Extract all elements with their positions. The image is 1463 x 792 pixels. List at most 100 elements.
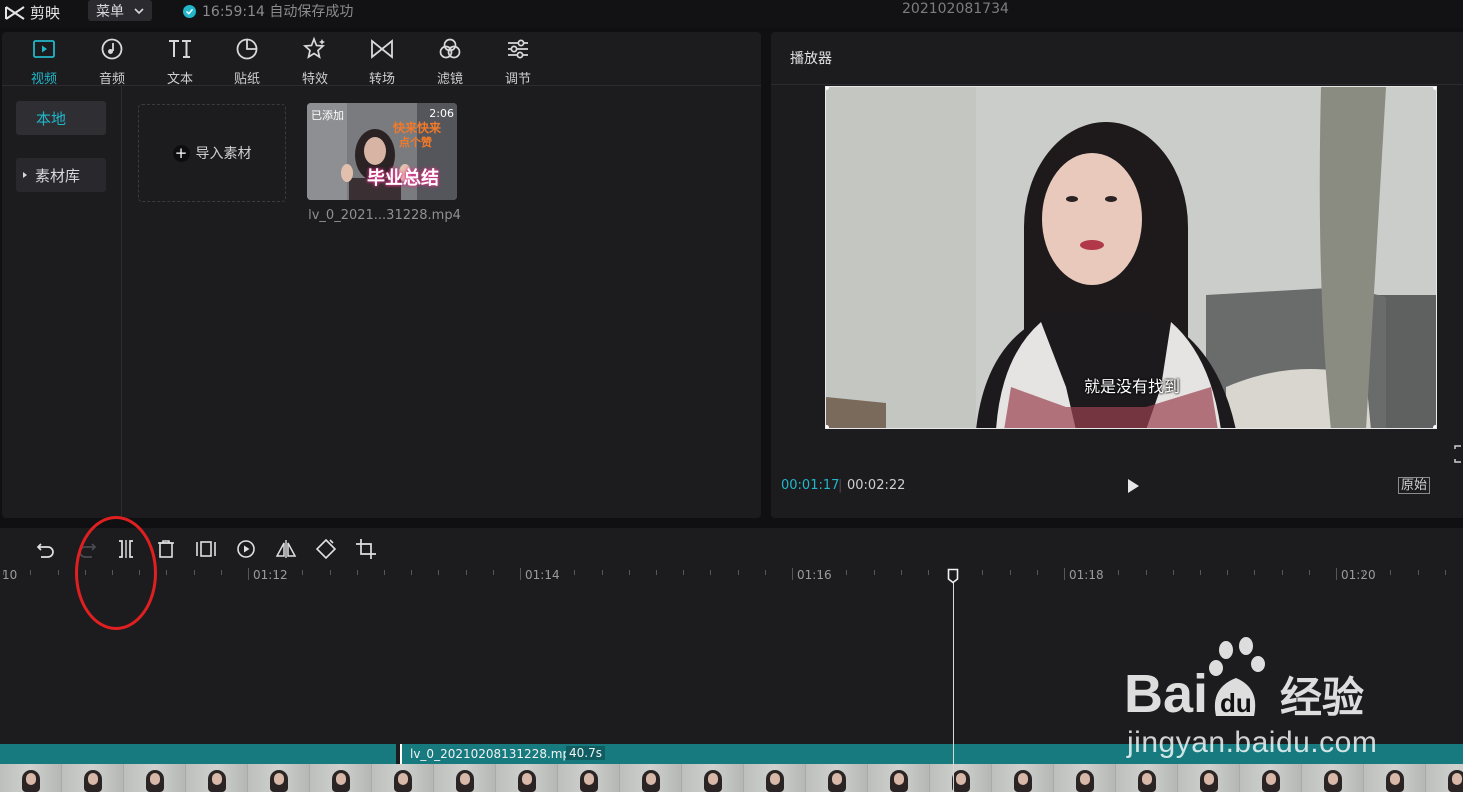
tab-audio[interactable]: 音频 bbox=[82, 36, 142, 87]
rotate-button[interactable] bbox=[315, 538, 337, 560]
text-icon bbox=[169, 40, 191, 58]
clip-frame-thumbnail bbox=[248, 764, 310, 792]
fullscreen-icon[interactable] bbox=[1453, 445, 1463, 463]
ruler-tick bbox=[656, 570, 657, 575]
video-subtitle: 就是没有找到 bbox=[1083, 377, 1180, 396]
clip-frame-thumbnail bbox=[806, 764, 868, 792]
clip-frame-thumbnail bbox=[434, 764, 496, 792]
player-title: 播放器 bbox=[790, 51, 832, 67]
tab-adjust[interactable]: 调节 bbox=[488, 36, 548, 87]
crop-corner[interactable] bbox=[826, 425, 829, 428]
adjust-icon bbox=[508, 39, 528, 59]
video-preview[interactable]: 就是没有找到 bbox=[825, 86, 1437, 429]
media-panel: 视频 音频 文本 贴纸 特效 转场 滤镜 调节 本地 素材库 + 导入素材 已添… bbox=[2, 32, 761, 518]
filter-icon bbox=[439, 38, 461, 59]
ruler-tick bbox=[1091, 570, 1092, 575]
clip-frame-thumbnail bbox=[1054, 764, 1116, 792]
ruler-tick bbox=[629, 570, 630, 575]
undo-icon bbox=[36, 543, 54, 558]
app-logo: 剪映 bbox=[4, 2, 60, 23]
crop-corner[interactable] bbox=[1433, 425, 1436, 428]
menu-button[interactable]: 菜单 bbox=[88, 0, 152, 21]
clip-frame-thumbnail bbox=[992, 764, 1054, 792]
video-icon bbox=[33, 40, 55, 58]
clip-frame-thumbnail bbox=[620, 764, 682, 792]
baidu-paw-logo: Bai du 经验 bbox=[1124, 637, 1364, 724]
ruler-label: 01:12 bbox=[253, 568, 288, 582]
timeline-ruler[interactable]: 10 01:12 01:14 01:16 01:18 01:20 bbox=[0, 566, 1463, 588]
ruler-tick bbox=[466, 570, 467, 575]
clip-frame-thumbnail bbox=[310, 764, 372, 792]
clip-frame-thumbnail bbox=[744, 764, 806, 792]
autosave-text: 16:59:14 自动保存成功 bbox=[202, 4, 354, 20]
ruler-tick bbox=[846, 570, 847, 575]
tab-transition[interactable]: 转场 bbox=[352, 36, 412, 87]
delete-button[interactable] bbox=[155, 538, 177, 560]
tab-text[interactable]: 文本 bbox=[150, 36, 210, 87]
ruler-tick bbox=[411, 570, 412, 575]
time-separator: | bbox=[838, 478, 843, 493]
playhead-handle[interactable] bbox=[947, 568, 959, 584]
ruler-label: 01:14 bbox=[525, 568, 560, 582]
clip-frames bbox=[0, 764, 1463, 792]
clip-previous[interactable] bbox=[0, 744, 396, 764]
mirror-button[interactable] bbox=[275, 538, 297, 560]
ruler-tick bbox=[602, 570, 603, 575]
ruler-tick bbox=[1118, 570, 1119, 575]
ruler-label: 10 bbox=[2, 568, 18, 582]
ruler-label: 01:16 bbox=[797, 568, 832, 582]
reverse-button[interactable] bbox=[235, 538, 257, 560]
annotation-circle bbox=[75, 516, 157, 630]
ruler-tick bbox=[3, 570, 4, 575]
svg-text:du: du bbox=[1220, 688, 1252, 718]
clip-frame-thumbnail bbox=[1426, 764, 1463, 792]
added-badge: 已添加 bbox=[311, 109, 344, 122]
ruler-tick bbox=[194, 570, 195, 575]
ruler-tick bbox=[302, 570, 303, 575]
clip-frame-thumbnail bbox=[1116, 764, 1178, 792]
ruler-tick bbox=[493, 570, 494, 575]
player-panel: 播放器 就是没有找到 00:01:17 | 00:02:22 原始 bbox=[771, 32, 1463, 518]
current-time: 00:01:17 bbox=[781, 478, 840, 493]
media-sidebar: 本地 素材库 bbox=[2, 86, 122, 518]
ruler-tick bbox=[738, 570, 739, 575]
play-button[interactable] bbox=[1123, 476, 1143, 496]
ruler-tick bbox=[874, 570, 875, 575]
menu-label: 菜单 bbox=[96, 3, 124, 20]
ruler-tick bbox=[1309, 570, 1310, 575]
ruler-tick bbox=[1010, 570, 1011, 575]
mirror-icon bbox=[275, 540, 297, 558]
playhead-icon bbox=[947, 568, 959, 584]
crop-button[interactable] bbox=[355, 538, 377, 560]
playhead-line bbox=[953, 572, 954, 792]
ruler-tick bbox=[1390, 570, 1391, 575]
audio-icon bbox=[101, 38, 123, 60]
chevron-down-icon bbox=[134, 7, 144, 14]
clip-frame-thumbnail bbox=[1240, 764, 1302, 792]
crop-corner[interactable] bbox=[1433, 87, 1436, 90]
tab-effects[interactable]: 特效 bbox=[285, 36, 345, 87]
project-title: 202102081734 bbox=[902, 1, 1009, 17]
clip-frame-thumbnail bbox=[1302, 764, 1364, 792]
ruler-tick bbox=[1418, 570, 1419, 575]
sidebar-item-library[interactable]: 素材库 bbox=[16, 158, 106, 192]
media-thumbnail[interactable]: 已添加 2:06 快来快来 点个赞 毕业总结 bbox=[307, 103, 457, 200]
tab-filter[interactable]: 滤镜 bbox=[420, 36, 480, 87]
autosave-status: 16:59:14 自动保存成功 bbox=[183, 1, 353, 21]
ruler-tick bbox=[1146, 570, 1147, 575]
import-media-button[interactable]: + 导入素材 bbox=[138, 104, 286, 202]
tab-video[interactable]: 视频 bbox=[14, 36, 74, 87]
baidu-watermark: Bai du 经验 bbox=[1120, 636, 1390, 730]
import-label: 导入素材 bbox=[195, 146, 252, 162]
ruler-tick bbox=[1445, 570, 1446, 575]
freeze-button[interactable] bbox=[195, 538, 217, 560]
ruler-tick bbox=[166, 570, 167, 575]
ruler-tick bbox=[819, 570, 820, 575]
tab-sticker[interactable]: 贴纸 bbox=[217, 36, 277, 87]
ruler-tick bbox=[901, 570, 902, 575]
sidebar-item-local[interactable]: 本地 bbox=[16, 101, 106, 135]
aspect-ratio-button[interactable]: 原始 bbox=[1398, 477, 1431, 494]
undo-button[interactable] bbox=[35, 538, 57, 560]
ruler-tick bbox=[58, 570, 59, 575]
ruler-major-tick bbox=[792, 568, 793, 580]
